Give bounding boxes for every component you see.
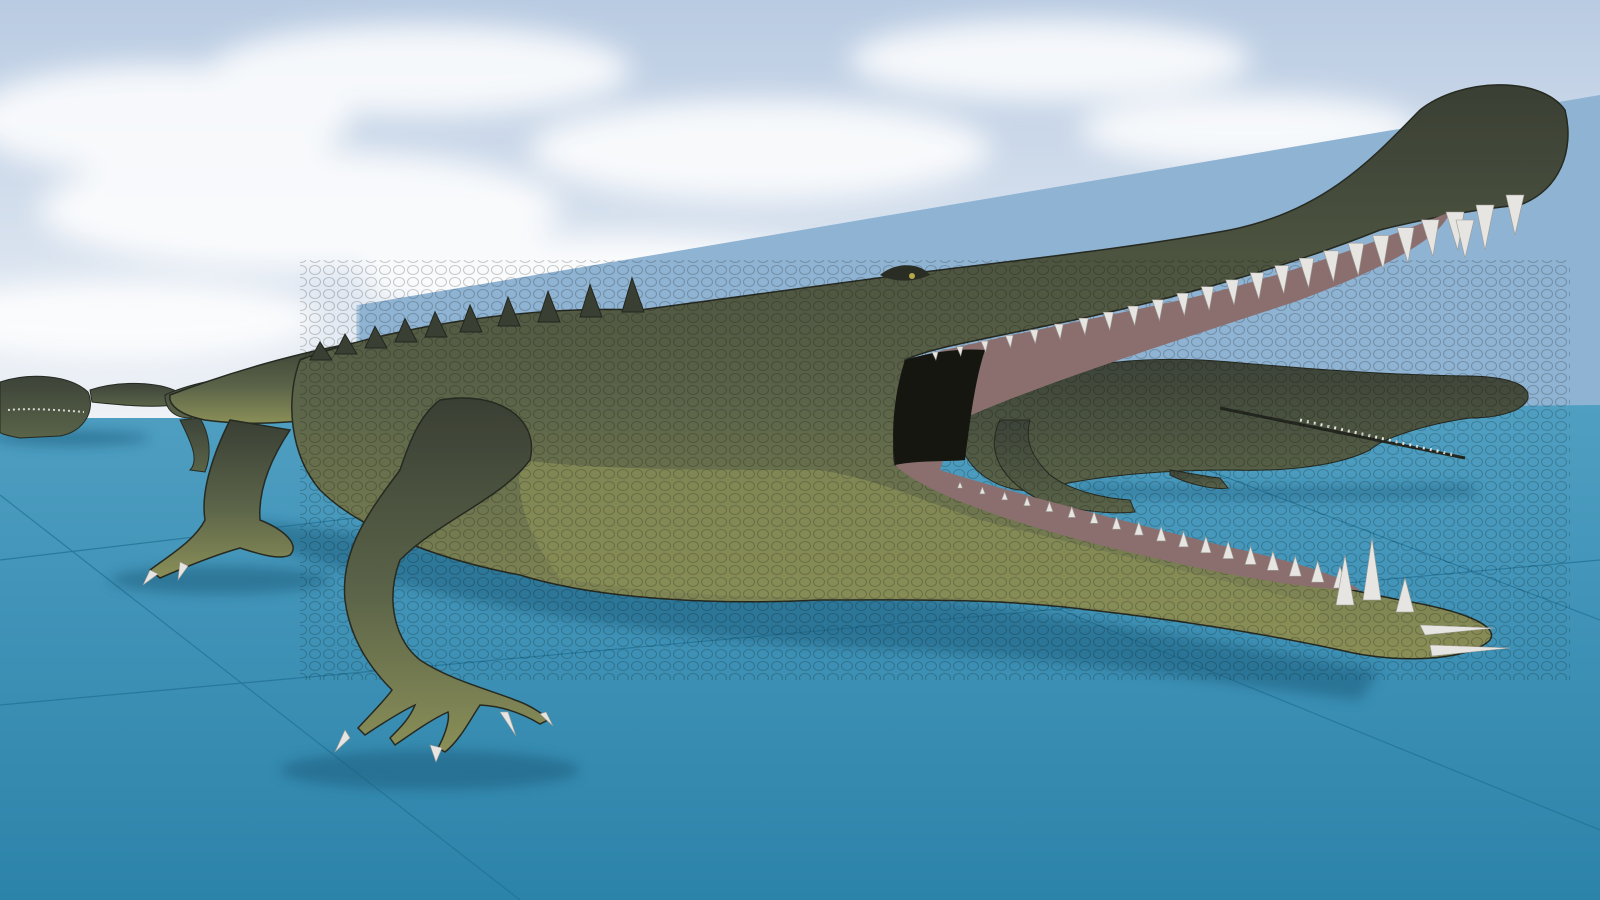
3d-scene[interactable] <box>0 0 1600 900</box>
game-viewport[interactable] <box>0 0 1600 900</box>
crocodile-eye-iris <box>909 273 915 279</box>
